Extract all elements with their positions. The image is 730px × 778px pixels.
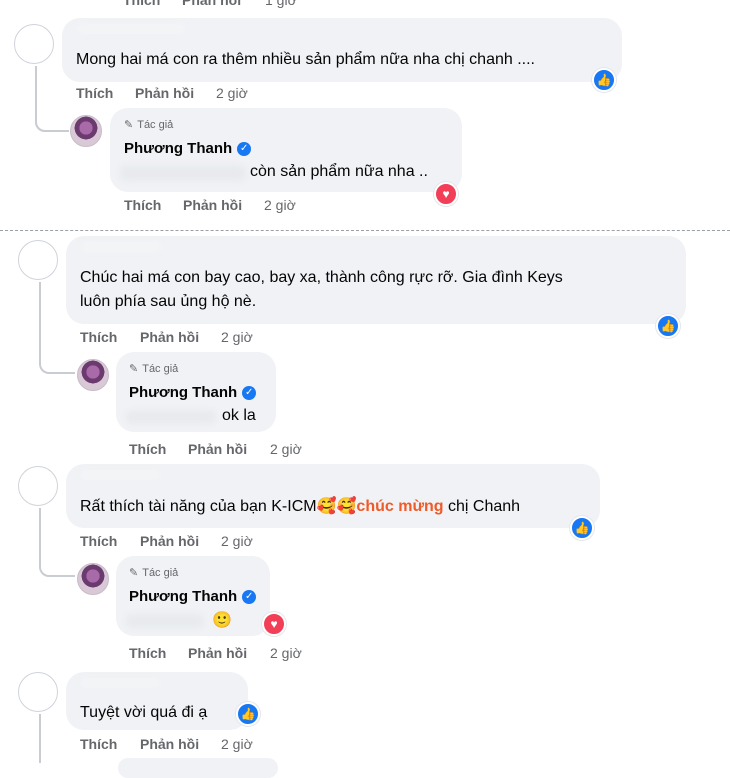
commenter-avatar[interactable] xyxy=(14,24,54,64)
like-reaction-icon[interactable]: 👍 xyxy=(570,516,594,540)
pencil-icon: ✎ xyxy=(124,119,134,131)
comment-time: 2 giờ xyxy=(264,197,296,213)
reply-action[interactable]: Phản hồi xyxy=(140,329,199,345)
reply-action[interactable]: Phản hồi xyxy=(140,736,199,752)
top-actions-row: Thích Phản hồi 1 giờ xyxy=(0,0,730,10)
mention-hidden xyxy=(120,165,246,181)
like-action[interactable]: Thích xyxy=(80,533,117,549)
thread-connector-elbow xyxy=(35,100,69,132)
commenter-avatar[interactable] xyxy=(18,240,58,280)
reply-text: còn sản phẩm nữa nha .. xyxy=(250,163,428,180)
like-action[interactable]: Thích xyxy=(80,736,117,752)
verified-badge-icon: ✓ xyxy=(242,385,257,400)
comment-time: 2 giờ xyxy=(221,736,253,752)
like-action[interactable]: Thích xyxy=(129,441,166,457)
commenter-name-hidden xyxy=(76,24,186,34)
verified-badge-icon: ✓ xyxy=(242,589,257,604)
mention-hidden xyxy=(126,614,204,628)
author-name[interactable]: Phương Thanh ✓ xyxy=(129,384,257,401)
comment-text-end: chị Chanh xyxy=(443,498,521,515)
like-reaction-icon[interactable]: 👍 xyxy=(236,702,260,726)
comment-time: 2 giờ xyxy=(221,329,253,345)
comment-text: Mong hai má con ra thêm nhiều sản phẩm n… xyxy=(76,51,535,68)
love-reaction-icon[interactable]: ♥ xyxy=(262,612,286,636)
thread-connector-elbow xyxy=(39,340,75,374)
reply-action[interactable]: Phản hồi xyxy=(140,533,199,549)
comment-time: 2 giờ xyxy=(270,645,302,661)
author-avatar[interactable] xyxy=(70,115,102,147)
commenter-name-hidden xyxy=(80,470,162,480)
commenter-name-hidden xyxy=(80,678,162,688)
comment-text: Rất thích tài năng của bạn K-ICM🥰🥰chúc m… xyxy=(80,494,520,519)
author-badge: ✎ Tác giả xyxy=(129,362,179,376)
comment-text: Tuyệt vời quá đi ạ xyxy=(80,704,208,721)
comment-text-line-2: luôn phía sau ủng hộ nè. xyxy=(80,293,257,310)
author-name-text[interactable]: Phương Thanh xyxy=(129,588,237,605)
reply-action[interactable]: Phản hồi xyxy=(182,0,241,8)
next-reply-bubble xyxy=(118,758,278,778)
thread-connector-elbow xyxy=(39,545,75,577)
like-action[interactable]: Thích xyxy=(123,0,160,8)
reply-action[interactable]: Phản hồi xyxy=(188,645,247,661)
verified-badge-icon: ✓ xyxy=(237,141,252,156)
author-badge-label: Tác giả xyxy=(142,566,179,579)
commenter-name-hidden xyxy=(80,242,162,252)
author-name-text[interactable]: Phương Thanh xyxy=(124,140,232,157)
pencil-icon: ✎ xyxy=(129,567,139,579)
thread-connector xyxy=(39,714,41,763)
author-badge: ✎ Tác giả xyxy=(124,118,174,132)
reply-text: ok la xyxy=(222,407,256,424)
comment-text-line-1: Chúc hai má con bay cao, bay xa, thành c… xyxy=(80,269,563,286)
smile-emoji-icon: 🙂 xyxy=(212,610,232,629)
like-reaction-icon[interactable]: 👍 xyxy=(656,314,680,338)
comment-time: 2 giờ xyxy=(216,85,248,101)
comment-time: 2 giờ xyxy=(221,533,253,549)
author-badge-label: Tác giả xyxy=(137,118,174,131)
author-badge-label: Tác giả xyxy=(142,362,179,375)
reply-action[interactable]: Phản hồi xyxy=(188,441,247,457)
comment-text-main: Rất thích tài năng của bạn K-ICM xyxy=(80,498,317,515)
author-badge: ✎ Tác giả xyxy=(129,566,179,580)
comment-time: 1 giờ xyxy=(265,0,297,8)
commenter-avatar[interactable] xyxy=(18,466,58,506)
love-reaction-icon[interactable]: ♥ xyxy=(434,182,458,206)
commenter-avatar[interactable] xyxy=(18,672,58,712)
mention-hidden xyxy=(126,410,216,424)
author-avatar[interactable] xyxy=(77,563,109,595)
highlighted-text: chúc mừng xyxy=(356,498,444,515)
reply-action[interactable]: Phản hồi xyxy=(135,85,194,101)
like-action[interactable]: Thích xyxy=(80,329,117,345)
smiling-hearts-emoji-icon: 🥰🥰 xyxy=(316,496,357,515)
author-name[interactable]: Phương Thanh ✓ xyxy=(124,140,252,157)
like-action[interactable]: Thích xyxy=(129,645,166,661)
author-name[interactable]: Phương Thanh ✓ xyxy=(129,588,257,605)
reply-action[interactable]: Phản hồi xyxy=(183,197,242,213)
pencil-icon: ✎ xyxy=(129,363,139,375)
like-action[interactable]: Thích xyxy=(124,197,161,213)
comment-time: 2 giờ xyxy=(270,441,302,457)
screenshot-divider xyxy=(0,230,730,231)
like-reaction-icon[interactable]: 👍 xyxy=(592,68,616,92)
like-action[interactable]: Thích xyxy=(76,85,113,101)
author-name-text[interactable]: Phương Thanh xyxy=(129,384,237,401)
author-avatar[interactable] xyxy=(77,359,109,391)
